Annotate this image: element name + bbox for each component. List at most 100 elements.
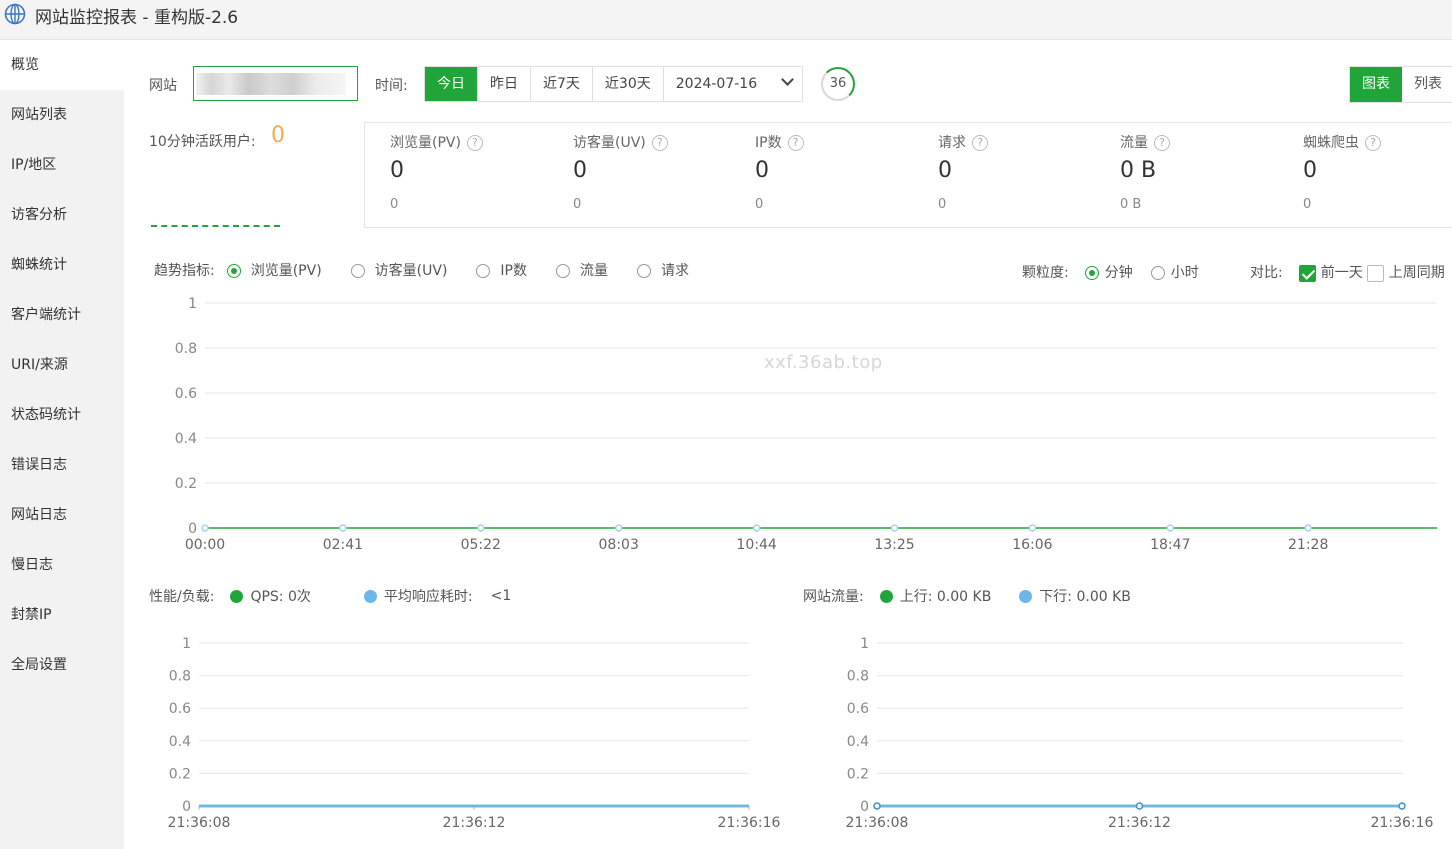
granularity-hour[interactable]: 小时 (1150, 262, 1199, 282)
stat-name: 访客量(UV) (573, 135, 646, 151)
granularity-minute[interactable]: 分钟 (1084, 262, 1133, 282)
data-point (1135, 802, 1144, 810)
stat-value: 0 (390, 158, 404, 183)
stat-value: 0 (1303, 158, 1317, 183)
x-tick-label: 00:00 (185, 537, 225, 553)
data-point (1398, 802, 1406, 810)
sidebar-item-label: 蜘蛛统计 (11, 257, 67, 273)
stat-previous: 0 (938, 197, 947, 212)
trend-option-traffic[interactable]: 流量 (556, 260, 608, 280)
sidebar-item-label: 访客分析 (11, 207, 67, 223)
time-range-group: 今日 昨日 近7天 近30天 2024-07-16 (424, 66, 803, 102)
active-users-value: 0 (271, 123, 285, 148)
compare-prev-day[interactable]: 前一天 (1298, 262, 1363, 282)
sidebar-item-spider-stats[interactable]: 蜘蛛统计 (0, 240, 124, 290)
help-icon[interactable]: ? (466, 135, 483, 151)
data-point (1304, 524, 1312, 532)
view-list-button[interactable]: 列表 (1402, 67, 1452, 102)
x-tick-label: 13:25 (874, 537, 914, 553)
trend-chart: 0 0.2 0.4 0.6 0.8 1 00:00 02:41 05:22 08:03 10:44 1… (175, 296, 1437, 553)
sidebar-item-ip-region[interactable]: IP/地区 (0, 140, 124, 190)
perf-label: 性能/负载: (149, 589, 215, 605)
x-tick-label: 21:36:12 (443, 815, 506, 831)
x-tick-label: 21:36:08 (168, 815, 231, 831)
sidebar-item-banned-ip[interactable]: 封禁IP (0, 590, 124, 640)
data-point (873, 802, 881, 810)
sidebar-item-global-settings[interactable]: 全局设置 (0, 640, 124, 690)
sidebar-item-label: 网站列表 (11, 107, 67, 123)
data-point (890, 524, 899, 532)
help-icon[interactable]: ? (651, 135, 668, 151)
perf-avg-value: <1 (490, 588, 512, 604)
y-tick-label: 0.6 (169, 701, 191, 717)
data-point (1166, 524, 1175, 532)
date-value: 2024-07-16 (675, 76, 758, 92)
compare-last-week[interactable]: 上周同期 (1366, 262, 1445, 282)
x-tick-label: 21:36:12 (1108, 815, 1171, 831)
x-tick-label: 18:47 (1150, 537, 1190, 553)
x-tick-label: 16:06 (1012, 537, 1052, 553)
granularity-selector: 颗粒度: 分钟 小时 (1022, 261, 1199, 283)
stat-uv: 访客量(UV)? 0 0 (548, 123, 728, 227)
y-tick-label: 1 (182, 636, 191, 652)
legend-dot-avg-response (363, 589, 377, 603)
site-select[interactable] (193, 66, 358, 101)
traffic-chart: 0 0.2 0.4 0.6 0.8 1 21:36:08 21:36:12 21:36:16 (846, 636, 1434, 831)
traffic-up: 上行: 0.00 KB (899, 589, 992, 605)
y-tick-label: 0 (188, 521, 197, 537)
legend-dot-download (1019, 589, 1033, 603)
perf-qps: QPS: 0次 (250, 589, 311, 605)
auto-refresh-countdown[interactable]: 36 (821, 67, 855, 101)
chevron-down-icon (780, 73, 794, 86)
traffic-legend: 网站流量: 上行: 0.00 KB 下行: 0.00 KB (803, 586, 1131, 606)
stat-ip: IP数? 0 0 (730, 123, 910, 227)
stat-value: 0 (938, 158, 952, 183)
trend-option-label: 访客量(UV) (374, 263, 448, 279)
trend-option-uv[interactable]: 访客量(UV) (350, 260, 448, 280)
perf-legend: 性能/负载: QPS: 0次 平均响应耗时: <1 (149, 586, 511, 606)
legend-dot-upload (879, 589, 893, 603)
help-icon[interactable]: ? (1154, 135, 1170, 151)
y-tick-label: 1 (188, 296, 197, 312)
time-7days-button[interactable]: 近7天 (531, 67, 593, 101)
help-icon[interactable]: ? (972, 135, 988, 151)
sidebar-item-label: 封禁IP (11, 607, 52, 623)
radio-checked-icon (1084, 266, 1099, 280)
sidebar-item-label: 概览 (11, 57, 39, 73)
y-tick-label: 0.8 (847, 669, 869, 685)
time-today-button[interactable]: 今日 (425, 67, 478, 101)
sidebar-item-label: IP/地区 (11, 157, 57, 173)
radio-checked-icon (226, 264, 241, 278)
x-tick-label: 08:03 (599, 537, 639, 553)
stat-pv: 浏览量(PV)? 0 0 (365, 123, 545, 227)
trend-option-requests[interactable]: 请求 (637, 260, 689, 280)
time-yesterday-button[interactable]: 昨日 (478, 67, 531, 101)
trend-metric-selector: 趋势指标: 浏览量(PV) 访客量(UV) IP数 流量 请求 (154, 259, 689, 281)
view-chart-button[interactable]: 图表 (1350, 67, 1402, 102)
stat-name: 流量 (1120, 135, 1148, 151)
trend-option-pv[interactable]: 浏览量(PV) (226, 260, 322, 280)
stat-value: 0 B (1120, 158, 1157, 183)
watermark: xxf.36ab.top (764, 352, 883, 373)
radio-icon (637, 264, 651, 278)
granularity-option-label: 小时 (1170, 265, 1199, 281)
data-point (752, 524, 761, 532)
help-icon[interactable]: ? (787, 135, 804, 151)
sidebar-item-site-list[interactable]: 网站列表 (0, 90, 124, 140)
sidebar-item-visitor-analysis[interactable]: 访客分析 (0, 190, 124, 240)
y-tick-label: 0.8 (169, 669, 191, 685)
checkbox-checked-icon (1298, 264, 1316, 282)
window-title: 网站监控报表 - 重构版-2.6 (35, 8, 239, 28)
time-30days-button[interactable]: 近30天 (592, 67, 664, 101)
stat-name: 浏览量(PV) (390, 135, 461, 151)
trend-option-ip[interactable]: IP数 (476, 260, 527, 280)
y-tick-label: 0.6 (175, 386, 197, 402)
checkbox-icon (1366, 264, 1384, 282)
stat-traffic: 流量? 0 B 0 B (1095, 123, 1275, 227)
sidebar-item-overview[interactable]: 概览 (0, 40, 124, 90)
stat-value: 0 (755, 158, 769, 183)
compare-option-label: 上周同期 (1388, 265, 1445, 281)
date-picker[interactable]: 2024-07-16 (663, 67, 802, 101)
y-tick-label: 0.2 (169, 766, 191, 782)
help-icon[interactable]: ? (1365, 135, 1381, 151)
